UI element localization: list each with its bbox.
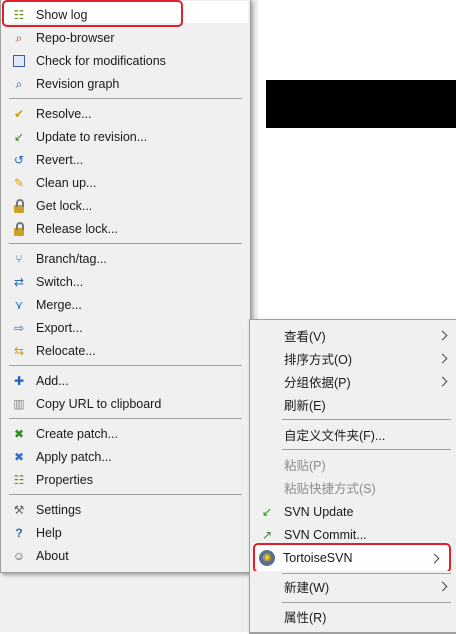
menu-item-settings[interactable]: ⚒ Settings	[2, 498, 249, 521]
menu-item-sort-by[interactable]: 排序方式(O)	[251, 348, 456, 371]
menu-item-switch[interactable]: ⇄ Switch...	[2, 270, 249, 293]
separator	[9, 98, 242, 99]
menu-item-about[interactable]: ☺ About	[2, 544, 249, 567]
menu-item-revert[interactable]: ↺ Revert...	[2, 148, 249, 171]
properties-icon: ☷	[13, 473, 25, 487]
tortoisesvn-submenu: ☷ Show log ⌕ Repo-browser Check for modi…	[0, 0, 251, 573]
resolve-icon: ✔	[13, 107, 25, 121]
separator	[9, 243, 242, 244]
separator	[282, 573, 451, 574]
annotation-highlight-show-log	[2, 0, 183, 27]
menu-item-check-for-modifications[interactable]: Check for modifications	[2, 49, 249, 72]
menu-item-paste[interactable]: 粘贴(P)	[251, 454, 456, 477]
menu-item-copy-url[interactable]: ▥ Copy URL to clipboard	[2, 392, 249, 415]
menu-item-get-lock[interactable]: Get lock...	[2, 194, 249, 217]
add-icon: ✚	[13, 374, 25, 388]
menu-item-paste-shortcut[interactable]: 粘贴快捷方式(S)	[251, 477, 456, 500]
menu-item-relocate[interactable]: ⇆ Relocate...	[2, 339, 249, 362]
repo-browser-icon: ⌕	[15, 31, 23, 45]
separator	[9, 418, 242, 419]
separator	[282, 449, 451, 450]
separator	[282, 602, 451, 603]
separator	[9, 494, 242, 495]
apply-patch-icon: ✖	[13, 450, 25, 464]
menu-item-revision-graph[interactable]: ⌕ Revision graph	[2, 72, 249, 95]
switch-icon: ⇄	[13, 275, 25, 289]
svn-commit-icon: ↗	[261, 528, 273, 542]
merge-icon: ⋎	[14, 298, 24, 312]
chevron-right-icon	[437, 330, 448, 341]
menu-item-export[interactable]: ⇨ Export...	[2, 316, 249, 339]
get-lock-icon	[11, 198, 27, 214]
chevron-right-icon	[437, 376, 448, 387]
relocate-icon: ⇆	[13, 344, 25, 358]
chevron-right-icon	[437, 353, 448, 364]
chevron-right-icon	[429, 553, 440, 564]
separator	[282, 419, 451, 420]
menu-item-customize-folder[interactable]: 自定义文件夹(F)...	[251, 424, 456, 447]
clean-up-icon: ✎	[13, 176, 25, 190]
redacted-region	[266, 80, 456, 128]
menu-item-new[interactable]: 新建(W)	[251, 576, 456, 599]
create-patch-icon: ✖	[13, 427, 25, 441]
export-icon: ⇨	[13, 321, 25, 335]
revert-icon: ↺	[13, 153, 25, 167]
menu-item-properties[interactable]: ☷ Properties	[2, 468, 249, 491]
menu-item-properties-explorer[interactable]: 属性(R)	[251, 606, 456, 629]
menu-item-refresh[interactable]: 刷新(E)	[251, 394, 456, 417]
branch-tag-icon: ⑂	[15, 252, 23, 266]
menu-item-view[interactable]: 查看(V)	[251, 325, 456, 348]
about-icon: ☺	[12, 549, 26, 563]
tortoisesvn-menu-item-highlighted[interactable]: ◉ TortoiseSVN	[253, 543, 451, 573]
release-lock-icon	[11, 221, 27, 237]
menu-item-apply-patch[interactable]: ✖ Apply patch...	[2, 445, 249, 468]
chevron-right-icon	[437, 581, 448, 592]
menu-item-update-to-revision[interactable]: ↙ Update to revision...	[2, 125, 249, 148]
menu-item-branch-tag[interactable]: ⑂ Branch/tag...	[2, 247, 249, 270]
update-to-revision-icon: ↙	[13, 130, 25, 144]
menu-item-help[interactable]: ? Help	[2, 521, 249, 544]
menu-item-merge[interactable]: ⋎ Merge...	[2, 293, 249, 316]
settings-icon: ⚒	[13, 503, 25, 517]
explorer-context-menu-bottom: 新建(W) 属性(R)	[249, 571, 456, 633]
tortoisesvn-icon: ◉	[259, 550, 275, 566]
menu-item-svn-update[interactable]: ↙ SVN Update	[251, 500, 456, 523]
menu-item-group-by[interactable]: 分组依据(P)	[251, 371, 456, 394]
revision-graph-icon: ⌕	[15, 77, 23, 91]
menu-item-repo-browser[interactable]: ⌕ Repo-browser	[2, 26, 249, 49]
check-modifications-icon	[11, 53, 27, 69]
menu-item-release-lock[interactable]: Release lock...	[2, 217, 249, 240]
menu-item-resolve[interactable]: ✔ Resolve...	[2, 102, 249, 125]
svn-update-icon: ↙	[261, 505, 273, 519]
separator	[9, 365, 242, 366]
menu-item-add[interactable]: ✚ Add...	[2, 369, 249, 392]
copy-url-icon: ▥	[13, 397, 25, 411]
help-icon: ?	[15, 526, 23, 540]
menu-item-clean-up[interactable]: ✎ Clean up...	[2, 171, 249, 194]
menu-item-create-patch[interactable]: ✖ Create patch...	[2, 422, 249, 445]
